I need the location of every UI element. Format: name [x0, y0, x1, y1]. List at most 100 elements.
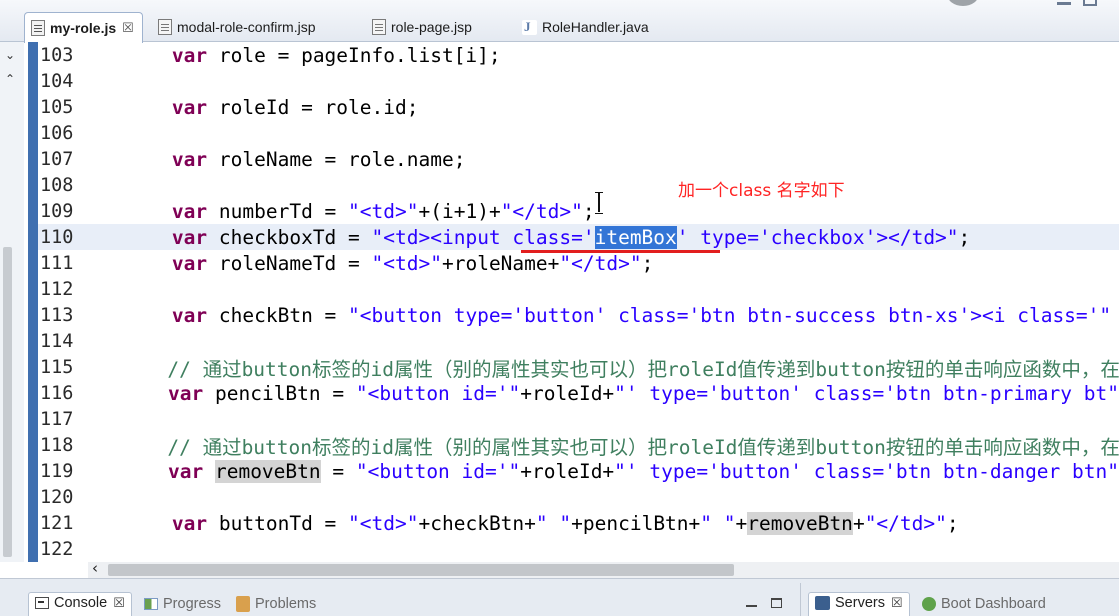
- jsp-file-icon: [158, 19, 172, 35]
- line-number: 106: [40, 122, 74, 144]
- tab-console[interactable]: Console ☒: [28, 592, 132, 616]
- tab-label: Console: [54, 595, 108, 611]
- code-line: 115 // 通过button标签的id属性（别的属性其实也可以）把roleId…: [38, 354, 1119, 381]
- line-number: 115: [40, 356, 74, 378]
- tab-label: modal-role-confirm.jsp: [177, 19, 316, 35]
- overlay-circle: [947, 0, 979, 6]
- tab-label: Problems: [255, 596, 317, 612]
- code-line: 116 var pencilBtn = "<button id='"+roleI…: [38, 380, 1119, 406]
- code-text: var buttonTd = "<td>"+checkBtn+" "+penci…: [171, 511, 959, 535]
- tab-my-role-js[interactable]: my-role.js ☒: [24, 12, 143, 43]
- line-number: 105: [40, 96, 74, 118]
- bottom-panel: Console ☒ Progress Problems Servers ☒ Bo…: [0, 578, 1119, 616]
- jsp-file-icon: [372, 19, 386, 35]
- line-number: 114: [40, 330, 74, 352]
- console-icon: [35, 597, 49, 609]
- java-file-icon: [522, 19, 537, 35]
- horizontal-scrollbar-thumb[interactable]: [108, 564, 734, 576]
- line-number: 108: [40, 174, 74, 196]
- code-line-current: 110 var checkboxTd = "<td><input class='…: [38, 224, 1119, 250]
- maximize-icon[interactable]: [771, 598, 782, 608]
- code-text: var checkBtn = "<button type='button' cl…: [171, 303, 1112, 327]
- tab-label: role-page.jsp: [391, 19, 472, 35]
- code-line: 114: [38, 328, 1119, 354]
- tab-label: my-role.js: [50, 20, 117, 36]
- code-text: var removeBtn = "<button id='"+roleId+"'…: [167, 459, 1119, 483]
- problems-icon: [236, 596, 250, 612]
- line-number: 120: [40, 486, 74, 508]
- panel-divider: [800, 583, 801, 616]
- tab-role-page-jsp[interactable]: role-page.jsp: [366, 12, 480, 42]
- servers-icon: [815, 596, 830, 610]
- tab-label: RoleHandler.java: [542, 19, 649, 35]
- js-file-icon: [31, 20, 45, 36]
- tab-label: Boot Dashboard: [941, 596, 1046, 612]
- line-number: 113: [40, 304, 74, 326]
- code-line: 104: [38, 68, 1119, 94]
- code-text: var roleName = role.name;: [171, 147, 466, 171]
- close-tab-icon[interactable]: ☒: [891, 595, 903, 611]
- code-text: var roleNameTd = "<td>"+roleName+"</td>"…: [171, 251, 654, 275]
- line-number: 121: [40, 512, 74, 534]
- minimize-icon[interactable]: [746, 605, 757, 607]
- left-strip: ⌄ ⌃: [0, 42, 24, 562]
- line-number: 107: [40, 148, 74, 170]
- code-line: 105 var roleId = role.id;: [38, 94, 1119, 120]
- code-line: 121 var buttonTd = "<td>"+checkBtn+" "+p…: [38, 510, 1119, 536]
- vertical-scrollbar-thumb[interactable]: [3, 247, 12, 557]
- code-line: 112: [38, 276, 1119, 302]
- code-line: 108: [38, 172, 1119, 198]
- tab-problems[interactable]: Problems: [236, 596, 316, 612]
- tab-label: Progress: [163, 596, 222, 612]
- tab-modal-role-confirm-jsp[interactable]: modal-role-confirm.jsp: [152, 12, 323, 42]
- line-number: 122: [40, 538, 74, 560]
- code-line: 111 var roleNameTd = "<td>"+roleName+"</…: [38, 250, 1119, 276]
- tab-label: Servers: [835, 595, 885, 611]
- line-number: 116: [40, 382, 74, 404]
- tab-boot-dashboard[interactable]: Boot Dashboard: [922, 596, 1046, 612]
- editor-tab-bar: my-role.js ☒ modal-role-confirm.jsp role…: [0, 0, 1119, 43]
- tab-servers[interactable]: Servers ☒: [808, 592, 910, 616]
- line-number: 110: [40, 226, 74, 248]
- chevron-down-icon[interactable]: ⌄: [5, 48, 15, 62]
- code-text: var checkboxTd = "<td><input class='item…: [171, 225, 971, 249]
- code-line: 117: [38, 406, 1119, 432]
- code-line: 103 var role = pageInfo.list[i];: [38, 42, 1119, 68]
- code-line: 120: [38, 484, 1119, 510]
- code-text: var pencilBtn = "<button id='"+roleId+"'…: [168, 381, 1119, 405]
- line-number: 109: [40, 200, 74, 222]
- code-editor[interactable]: 103 var role = pageInfo.list[i]; 104 105…: [38, 42, 1119, 562]
- scroll-left-arrow-icon[interactable]: ‹: [92, 559, 98, 577]
- code-text: var roleId = role.id;: [171, 95, 419, 119]
- code-text: var numberTd = "<td>"+(i+1)+"</td>";: [171, 199, 595, 223]
- code-line: 119 var removeBtn = "<button id='"+roleI…: [38, 458, 1119, 484]
- line-number: 103: [40, 44, 74, 66]
- code-line: 106: [38, 120, 1119, 146]
- line-number: 112: [40, 278, 74, 300]
- close-tab-icon[interactable]: ☒: [113, 595, 125, 611]
- change-marker-bar: [28, 42, 38, 562]
- code-text: var role = pageInfo.list[i];: [171, 43, 501, 67]
- progress-icon: [144, 598, 158, 610]
- line-number: 111: [40, 252, 74, 274]
- minimize-icon[interactable]: [1057, 2, 1071, 5]
- tab-role-handler-java[interactable]: RoleHandler.java: [516, 12, 657, 42]
- close-tab-icon[interactable]: ☒: [122, 20, 134, 36]
- code-line: 113 var checkBtn = "<button type='button…: [38, 302, 1119, 328]
- line-number: 117: [40, 408, 74, 430]
- line-number: 119: [40, 460, 74, 482]
- code-line: 118 // 通过button标签的id属性（别的属性其实也可以）把roleId…: [38, 432, 1119, 459]
- code-text: // 通过button标签的id属性（别的属性其实也可以）把roleId值传递到…: [167, 435, 1119, 459]
- boot-dashboard-icon: [922, 597, 936, 611]
- line-number: 104: [40, 70, 74, 92]
- maximize-icon[interactable]: [1083, 0, 1097, 6]
- horizontal-scrollbar[interactable]: ‹: [88, 559, 1119, 578]
- chevron-up-icon[interactable]: ⌃: [5, 72, 15, 86]
- line-number: 118: [40, 434, 74, 456]
- annotation-note: 加一个class 名字如下: [678, 181, 845, 201]
- code-line: 107 var roleName = role.name;: [38, 146, 1119, 172]
- tab-progress[interactable]: Progress: [144, 596, 221, 612]
- code-line: 109 var numberTd = "<td>"+(i+1)+"</td>";: [38, 198, 1119, 224]
- text-cursor-icon: [595, 192, 603, 214]
- code-line: 122: [38, 536, 1119, 562]
